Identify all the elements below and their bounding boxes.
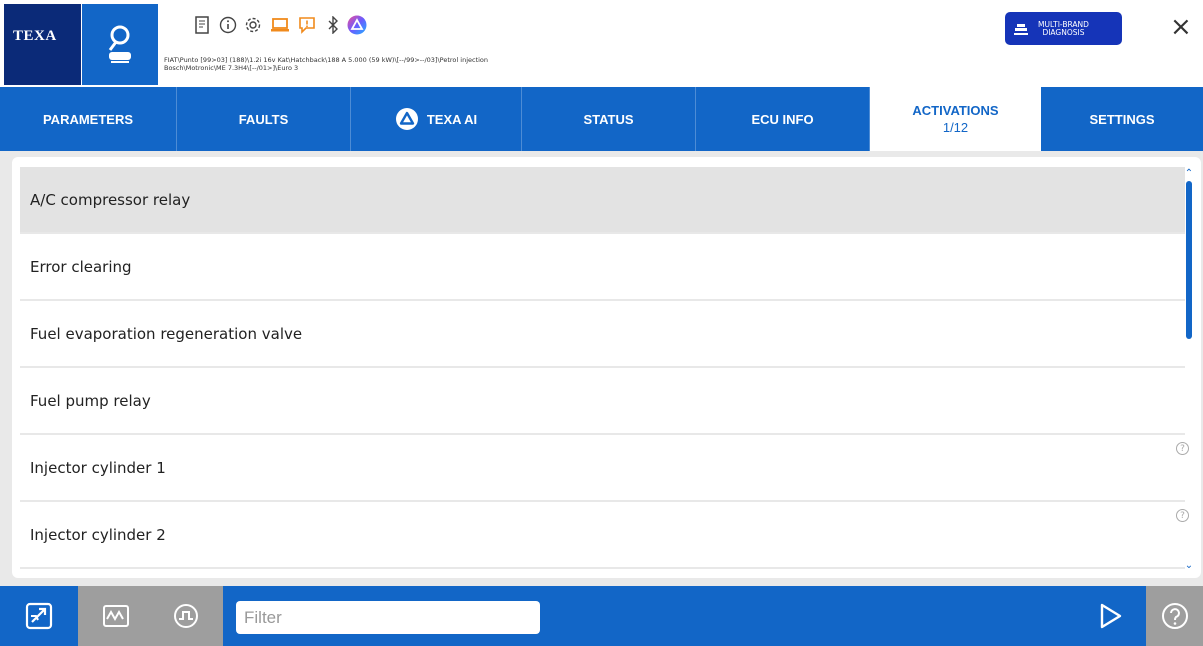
filter-input[interactable]	[236, 601, 540, 634]
alert-icon[interactable]	[296, 14, 318, 36]
list-item[interactable]: Injector cylinder 2 ?	[20, 502, 1189, 569]
list-item[interactable]: Fuel pump relay	[20, 368, 1185, 435]
chevron-down-icon[interactable]: ⌄	[1183, 559, 1195, 571]
oscilloscope-icon	[173, 604, 198, 628]
tab-faults[interactable]: FAULTS	[177, 87, 351, 151]
waveform-icon	[102, 605, 129, 627]
activations-counter: 1/12	[942, 120, 969, 135]
vehicle-description: FIAT\Punto [99>03] (188)\1.2i 16v Kat\Ha…	[164, 56, 489, 64]
texa-ai-icon[interactable]	[346, 14, 368, 36]
oscilloscope-button[interactable]	[151, 603, 221, 629]
bluetooth-icon[interactable]	[322, 14, 344, 36]
ecu-description: Bosch\Motronic\ME 7.3H4\[--/01>]\Euro 3	[164, 64, 299, 72]
info-icon[interactable]	[217, 14, 239, 36]
texa-ai-icon	[395, 107, 419, 131]
activations-list: A/C compressor relay Error clearing Fuel…	[20, 167, 1189, 569]
play-icon	[1100, 603, 1122, 629]
list-item[interactable]: Error clearing	[20, 234, 1185, 301]
texa-logo: TEXA	[4, 4, 81, 85]
scroll-thumb[interactable]	[1186, 181, 1192, 339]
car-lift-icon	[1014, 23, 1028, 35]
play-button[interactable]	[1082, 586, 1140, 646]
brand-name: TEXA	[13, 28, 57, 44]
header: TEXA FIAT\Punto [99>03] (188)\1.2i 16v K…	[0, 0, 1203, 87]
document-icon[interactable]	[191, 14, 213, 36]
tab-status[interactable]: STATUS	[522, 87, 696, 151]
multi-brand-diagnosis-button[interactable]: MULTI-BRAND DIAGNOSIS	[1005, 12, 1122, 45]
activations-icon	[25, 602, 53, 630]
scrollbar[interactable]: ⌃ ⌄	[1183, 167, 1195, 577]
gear-icon[interactable]	[242, 14, 264, 36]
tab-activations[interactable]: ACTIVATIONS 1/12	[870, 87, 1041, 151]
list-item[interactable]: Fuel evaporation regeneration valve	[20, 301, 1185, 368]
tab-bar: PARAMETERS FAULTS TEXA AI STATUS ECU INF…	[0, 87, 1203, 151]
chevron-up-icon[interactable]: ⌃	[1183, 167, 1195, 179]
tab-texa-ai[interactable]: TEXA AI	[351, 87, 522, 151]
list-item[interactable]: A/C compressor relay	[20, 167, 1185, 234]
tab-parameters[interactable]: PARAMETERS	[0, 87, 177, 151]
help-icon	[1161, 603, 1188, 629]
search-car-icon	[108, 25, 131, 63]
waveform-button[interactable]	[81, 605, 151, 627]
close-icon[interactable]: ×	[1170, 14, 1192, 40]
help-button[interactable]	[1146, 586, 1203, 646]
list-item[interactable]: Injector cylinder 1 ?	[20, 435, 1189, 502]
bottom-toolbar	[0, 586, 1203, 646]
graph-buttons-group	[78, 586, 223, 646]
tab-ecu-info[interactable]: ECU INFO	[696, 87, 870, 151]
activations-panel: A/C compressor relay Error clearing Fuel…	[12, 157, 1201, 578]
laptop-icon[interactable]	[269, 14, 291, 36]
vehicle-search-button[interactable]	[82, 4, 158, 85]
activations-mode-button[interactable]	[0, 586, 78, 646]
tab-settings[interactable]: SETTINGS	[1041, 87, 1203, 151]
multi-brand-label: MULTI-BRAND DIAGNOSIS	[1038, 19, 1089, 37]
